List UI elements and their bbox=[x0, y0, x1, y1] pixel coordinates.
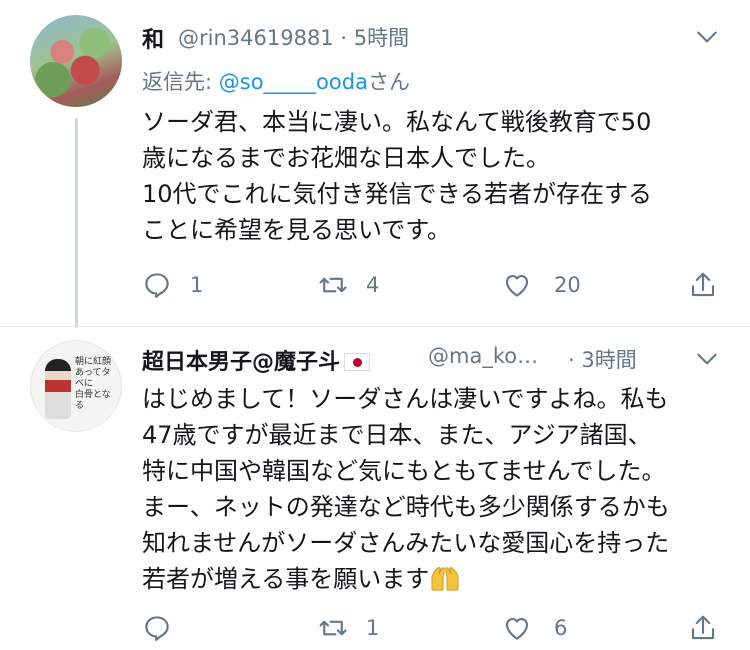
retweet-icon bbox=[319, 277, 347, 293]
user-handle[interactable]: @rin34619881 · 5時間 bbox=[178, 22, 409, 52]
chevron-down-icon[interactable] bbox=[694, 24, 720, 50]
avatar-calligraphy: 朝に紅顔 あってタベに 白骨となる bbox=[75, 357, 115, 411]
separator-dot: · bbox=[340, 26, 348, 50]
reply-button[interactable]: 1 bbox=[142, 270, 203, 300]
tweet-divider bbox=[0, 326, 750, 327]
tweet-actions: 1 4 20 bbox=[142, 270, 722, 300]
tweet-actions: 1 6 bbox=[142, 613, 722, 643]
avatar-text: 朝に紅顔 bbox=[75, 357, 112, 367]
chevron-down-icon[interactable] bbox=[694, 346, 720, 372]
tweet-text: ソーダ君、本当に凄い。私なんて戦後教育で50 歳になるまでお花畑な日本人でした。… bbox=[142, 104, 652, 248]
retweet-button[interactable]: 1 bbox=[318, 613, 379, 643]
share-button[interactable] bbox=[688, 270, 718, 300]
tweet-line: ことに希望を見る思いです。 bbox=[142, 216, 451, 244]
reply-icon bbox=[145, 616, 169, 641]
reply-icon bbox=[145, 273, 169, 298]
handle-text: @ma_ko… bbox=[428, 344, 539, 368]
retweet-button[interactable]: 4 bbox=[318, 270, 379, 300]
user-handle[interactable]: @ma_ko… bbox=[428, 344, 538, 368]
avatar-figure bbox=[45, 359, 71, 419]
tweet-line: まー、ネットの発達など時代も多少関係するかも bbox=[142, 493, 670, 521]
avatar[interactable] bbox=[30, 15, 122, 107]
avatar-text: 白骨となる bbox=[75, 390, 111, 411]
tweet-line: 47歳ですが最近まで日本、また、アジア諸国、 bbox=[142, 421, 652, 449]
reply-button[interactable] bbox=[142, 613, 190, 643]
display-name: 超日本男子@魔子斗 bbox=[142, 350, 341, 375]
avatar-text: あってタベに bbox=[75, 368, 111, 389]
raised-hands-icon bbox=[431, 567, 459, 591]
retweet-count: 4 bbox=[366, 273, 380, 297]
timestamp: 3時間 bbox=[581, 348, 637, 372]
handle-text: @rin34619881 bbox=[178, 26, 334, 50]
tweet-line-with-emoji: 若者が増える事を願います bbox=[142, 561, 670, 597]
like-icon bbox=[505, 617, 529, 640]
like-icon bbox=[505, 274, 529, 297]
thread-connector bbox=[75, 118, 78, 328]
like-button[interactable]: 20 bbox=[502, 270, 581, 300]
tweet-line: はじめまして！ソーダさんは凄いですよね。私も bbox=[142, 385, 669, 413]
like-button[interactable]: 6 bbox=[502, 613, 567, 643]
like-count: 6 bbox=[554, 616, 568, 640]
tweet-line: ソーダ君、本当に凄い。私なんて戦後教育で50 bbox=[142, 108, 652, 136]
display-name-wrap[interactable]: 超日本男子@魔子斗 bbox=[142, 344, 371, 376]
tweet-line: 知れませんがソーダさんみたいな愛国心を持った bbox=[142, 529, 670, 557]
tweet-time[interactable]: · 3時間 bbox=[568, 344, 637, 374]
timestamp[interactable]: 5時間 bbox=[354, 26, 409, 50]
reply-mention-link[interactable]: @so_____ooda bbox=[219, 70, 368, 94]
avatar[interactable]: 朝に紅顔 あってタベに 白骨となる bbox=[30, 340, 122, 432]
tweet-line: 若者が増える事を願います bbox=[142, 565, 430, 593]
tweet-line: 10代でこれに気付き発信できる若者が存在する bbox=[142, 180, 653, 208]
tweet-text: はじめまして！ソーダさんは凄いですよね。私も 47歳ですが最近まで日本、また、ア… bbox=[142, 381, 670, 597]
reply-suffix: さん bbox=[367, 70, 410, 94]
display-name[interactable]: 和 bbox=[142, 22, 164, 54]
retweet-count: 1 bbox=[366, 616, 380, 640]
retweet-icon bbox=[319, 620, 347, 636]
share-button[interactable] bbox=[688, 613, 718, 643]
separator-dot: · bbox=[568, 348, 575, 372]
reply-context: 返信先: @so_____oodaさん bbox=[142, 66, 410, 96]
share-icon bbox=[691, 272, 715, 297]
reply-prefix: 返信先: bbox=[142, 70, 219, 94]
like-count: 20 bbox=[554, 273, 581, 297]
tweet-line: 特に中国や韓国など気にもともてませんでした。 bbox=[142, 457, 666, 485]
japan-flag-icon bbox=[344, 353, 371, 371]
reply-count: 1 bbox=[190, 273, 204, 297]
tweet-line: 歳になるまでお花畑な日本人でした。 bbox=[142, 144, 550, 172]
share-icon bbox=[691, 615, 715, 640]
